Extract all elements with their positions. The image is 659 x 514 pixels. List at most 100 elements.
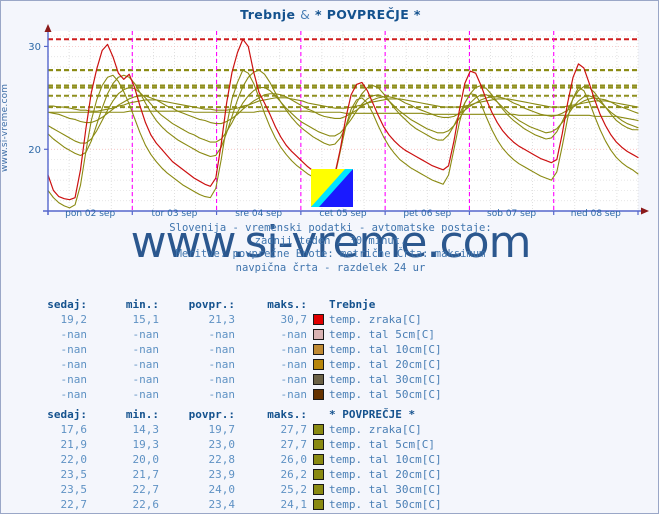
- cell-sedaj: 23,5: [60, 468, 88, 481]
- table-row: 21,9 19,3 23,0 27,7 temp. tal 5cm[C]: [25, 437, 442, 452]
- svg-text:30: 30: [28, 42, 41, 53]
- cell-sedaj: -nan: [60, 358, 88, 371]
- col-header-min: min.:: [125, 408, 159, 421]
- page-title: Trebnje & * POVPREČJE *: [1, 7, 659, 22]
- swatch-icon: [312, 388, 324, 400]
- title-station: Trebnje: [240, 7, 296, 22]
- x-tick-label: tor 03 sep: [151, 209, 198, 219]
- col-header-swatch: [307, 297, 329, 312]
- cell-povpr: 19,7: [208, 423, 236, 436]
- series-color-swatch: [307, 312, 329, 327]
- series-color-swatch: [307, 372, 329, 387]
- table-row: 22,7 22,6 23,4 24,1 temp. tal 50cm[C]: [25, 497, 442, 512]
- col-header-maks: maks.:: [267, 408, 307, 421]
- series-name: temp. tal 5cm[C]: [329, 328, 435, 341]
- cell-min: 20,0: [132, 453, 160, 466]
- col-header-maks: maks.:: [267, 298, 307, 311]
- table-row: 19,2 15,1 21,3 30,7 temp. zraka[C]: [25, 312, 442, 327]
- series-name: temp. tal 50cm[C]: [329, 388, 442, 401]
- table-row: -nan -nan -nan -nan temp. tal 5cm[C]: [25, 327, 442, 342]
- cell-min: -nan: [132, 343, 160, 356]
- cell-sedaj: 21,9: [60, 438, 88, 451]
- cell-povpr: -nan: [208, 328, 236, 341]
- cell-povpr: -nan: [208, 373, 236, 386]
- cell-povpr: 21,3: [208, 313, 236, 326]
- cell-maks: 26,2: [280, 468, 308, 481]
- series-name: temp. tal 5cm[C]: [329, 438, 435, 451]
- caption-line-2: zadnji teden / 30 minut.: [254, 235, 407, 248]
- cell-sedaj: 22,7: [60, 498, 88, 511]
- table-body-trebnje: 19,2 15,1 21,3 30,7 temp. zraka[C] -nan -nan -n…: [25, 312, 442, 402]
- col-header-min: min.:: [125, 298, 159, 311]
- swatch-icon: [312, 438, 324, 450]
- caption-line-3: Meritve: povprečne Enote: metrične Črta:…: [175, 248, 486, 261]
- series-name: temp. tal 20cm[C]: [329, 358, 442, 371]
- cell-povpr: 22,8: [208, 453, 236, 466]
- stats-table-trebnje: sedaj: min.: povpr.: maks.: Trebnje 19,2…: [25, 297, 442, 402]
- cell-maks: -nan: [280, 358, 308, 371]
- table-row: -nan -nan -nan -nan temp. tal 50cm[C]: [25, 387, 442, 402]
- caption-line-4: navpična črta - razdelek 24 ur: [235, 261, 426, 274]
- col-header-povpr: povpr.:: [188, 408, 235, 421]
- col-header-sedaj: sedaj:: [47, 408, 87, 421]
- si-vreme-logo: [311, 169, 353, 207]
- series-name: temp. zraka[C]: [329, 423, 422, 436]
- table-header-row: sedaj: min.: povpr.: maks.: * POVPREČJE …: [25, 407, 442, 422]
- series-name: temp. zraka[C]: [329, 313, 422, 326]
- series-color-swatch: [307, 437, 329, 452]
- cell-sedaj: -nan: [60, 343, 88, 356]
- series-color-swatch: [307, 387, 329, 402]
- swatch-icon: [312, 343, 324, 355]
- x-tick-label: cet 05 sep: [319, 209, 367, 219]
- cell-maks: 26,0: [280, 453, 308, 466]
- swatch-icon: [312, 498, 324, 510]
- table-row: 22,0 20,0 22,8 26,0 temp. tal 10cm[C]: [25, 452, 442, 467]
- series-color-swatch: [307, 342, 329, 357]
- cell-min: -nan: [132, 328, 160, 341]
- cell-min: 19,3: [132, 438, 160, 451]
- cell-povpr: -nan: [208, 388, 236, 401]
- cell-sedaj: -nan: [60, 373, 88, 386]
- svg-text:20: 20: [28, 145, 41, 156]
- table-row: 23,5 21,7 23,9 26,2 temp. tal 20cm[C]: [25, 467, 442, 482]
- series-color-swatch: [307, 482, 329, 497]
- swatch-icon: [312, 328, 324, 340]
- swatch-icon: [312, 373, 324, 385]
- series-name: temp. tal 10cm[C]: [329, 343, 442, 356]
- cell-maks: -nan: [280, 373, 308, 386]
- series-name: temp. tal 10cm[C]: [329, 453, 442, 466]
- col-header-povpr: povpr.:: [188, 298, 235, 311]
- cell-maks: -nan: [280, 388, 308, 401]
- cell-sedaj: 17,6: [60, 423, 88, 436]
- col-header-swatch: [307, 407, 329, 422]
- table-row: -nan -nan -nan -nan temp. tal 30cm[C]: [25, 372, 442, 387]
- cell-sedaj: 23,5: [60, 483, 88, 496]
- col-header-group-trebnje: Trebnje: [329, 298, 376, 311]
- chart-caption: Slovenija - vremenski podatki - avtomats…: [1, 222, 659, 275]
- cell-povpr: 23,0: [208, 438, 236, 451]
- cell-maks: -nan: [280, 328, 308, 341]
- x-tick-label: pet 06 sep: [403, 209, 452, 219]
- table-row: -nan -nan -nan -nan temp. tal 10cm[C]: [25, 342, 442, 357]
- cell-povpr: -nan: [208, 358, 236, 371]
- cell-maks: 24,1: [280, 498, 308, 511]
- series-color-swatch: [307, 422, 329, 437]
- table-body-povprecje: 17,6 14,3 19,7 27,7 temp. zraka[C] 21,9 19,3 23…: [25, 422, 442, 512]
- cell-povpr: -nan: [208, 343, 236, 356]
- title-average: * POVPREČJE *: [315, 7, 421, 22]
- series-color-swatch: [307, 467, 329, 482]
- series-name: temp. tal 30cm[C]: [329, 483, 442, 496]
- swatch-icon: [312, 453, 324, 465]
- cell-sedaj: 22,0: [60, 453, 88, 466]
- table-row: 17,6 14,3 19,7 27,7 temp. zraka[C]: [25, 422, 442, 437]
- cell-maks: 27,7: [280, 423, 308, 436]
- cell-maks: -nan: [280, 343, 308, 356]
- cell-povpr: 23,4: [208, 498, 236, 511]
- table-row: 23,5 22,7 24,0 25,2 temp. tal 30cm[C]: [25, 482, 442, 497]
- cell-sedaj: -nan: [60, 328, 88, 341]
- series-name: temp. tal 50cm[C]: [329, 498, 442, 511]
- swatch-icon: [312, 313, 324, 325]
- series-color-swatch: [307, 327, 329, 342]
- cell-min: -nan: [132, 388, 160, 401]
- x-axis-tick-labels: pon 02 sep tor 03 sep sre 04 sep cet 05 sep…: [1, 209, 659, 223]
